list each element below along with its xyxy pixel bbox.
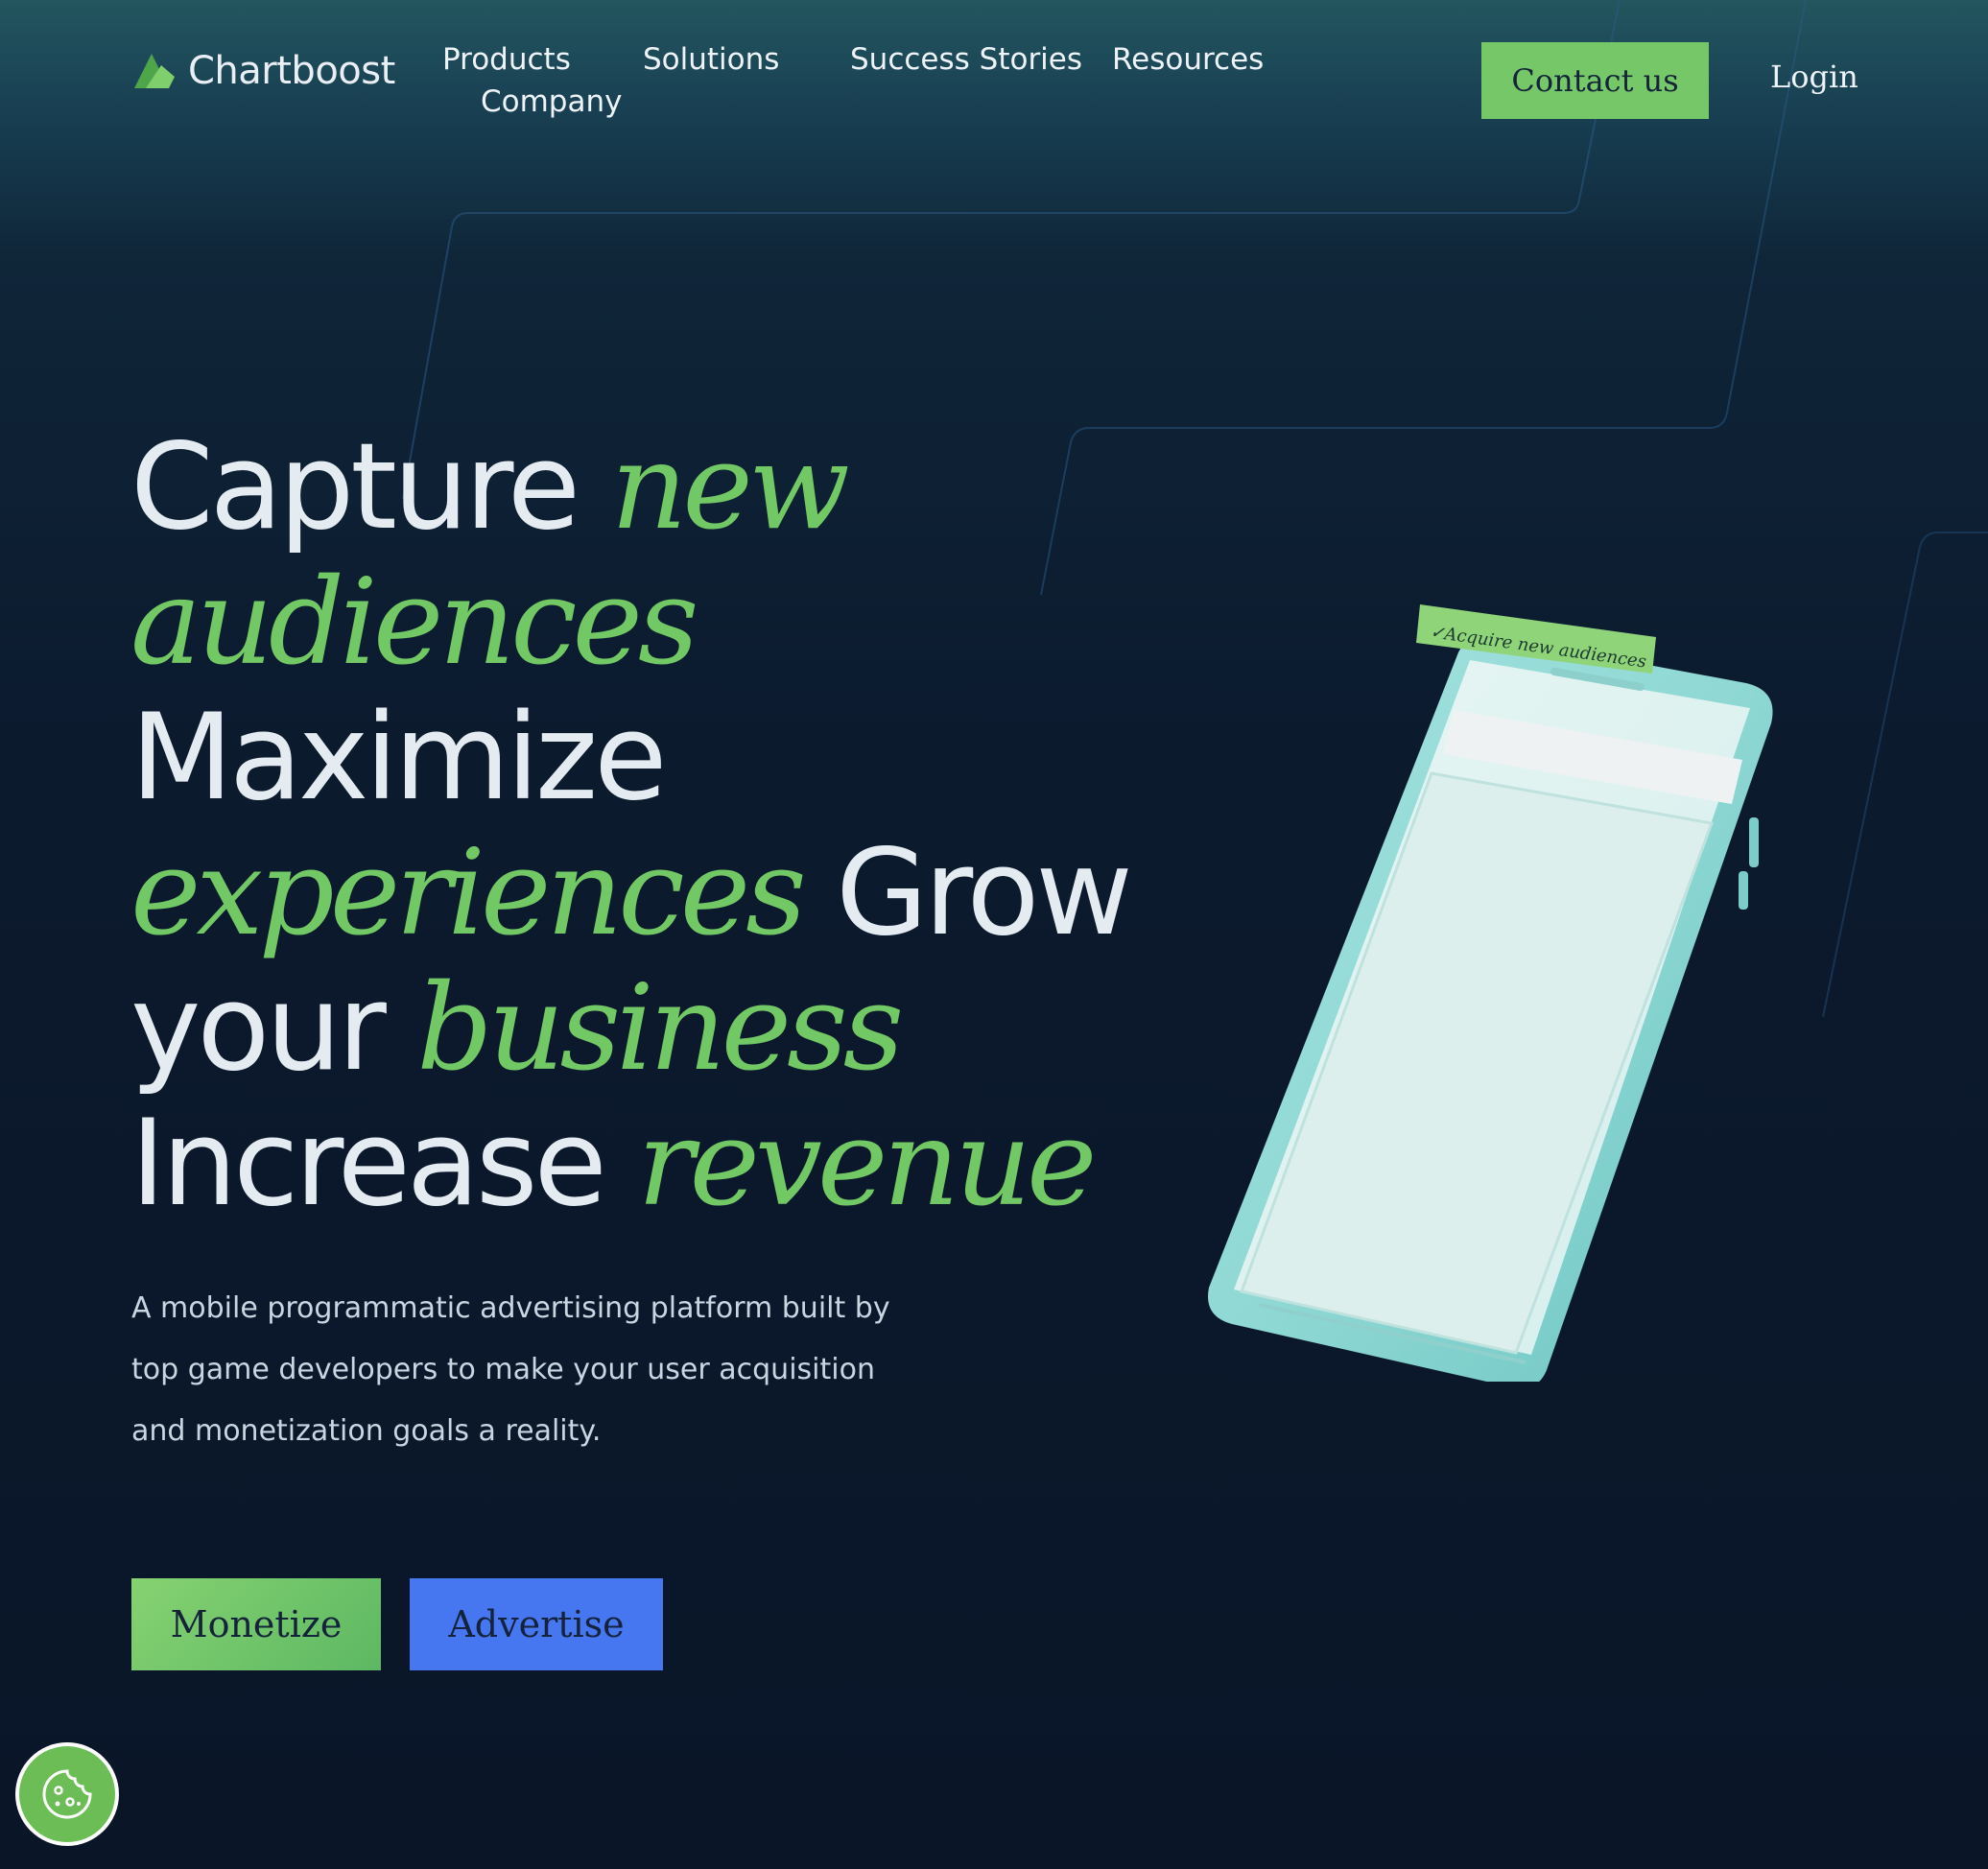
brand-name: Chartboost (188, 49, 395, 93)
nav-resources[interactable]: Resources (1112, 45, 1264, 75)
cookie-settings-button[interactable] (19, 1746, 115, 1842)
login-link[interactable]: Login (1770, 61, 1858, 92)
advertise-button[interactable]: Advertise (410, 1578, 663, 1670)
headline-increase: Increase (130, 1095, 607, 1233)
brand-logo[interactable]: Chartboost (132, 50, 395, 92)
nav-success-stories[interactable]: Success Stories (850, 45, 1082, 75)
contact-us-button[interactable]: Contact us (1481, 42, 1709, 119)
site-header: Chartboost Products Company Solutions Su… (0, 0, 1988, 154)
hero-description: A mobile programmatic advertising platfo… (131, 1291, 890, 1448)
nav-company[interactable]: Company (481, 87, 622, 117)
monetize-button[interactable]: Monetize (131, 1578, 381, 1670)
hero-headline: Capture new audiences Maximize experienc… (130, 420, 1186, 1232)
nav-products[interactable]: Products (442, 45, 571, 75)
cookie-icon (42, 1769, 92, 1819)
headline-maximize: Maximize (130, 689, 667, 827)
headline-experiences: experiences (130, 824, 807, 962)
headline-revenue: revenue (637, 1095, 1097, 1233)
chartboost-logo-icon (134, 54, 175, 88)
nav-solutions[interactable]: Solutions (643, 45, 779, 75)
phone-illustration: ✓Acquire new audiences (1208, 604, 1773, 1382)
headline-capture: Capture (130, 418, 580, 556)
headline-business: business (416, 959, 904, 1098)
